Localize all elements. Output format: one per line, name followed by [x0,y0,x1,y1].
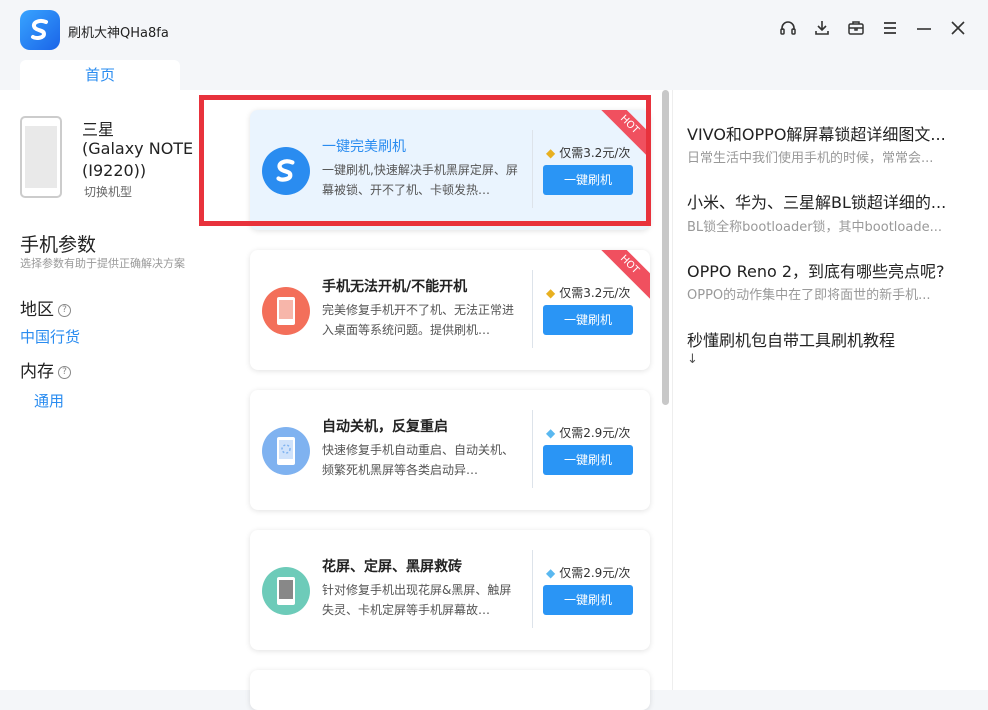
region-label: 地区? [20,295,71,320]
switch-model-link[interactable]: 切换机型 [84,183,132,200]
memory-label-text: 内存 [20,362,54,382]
help-icon[interactable]: ? [58,303,71,317]
service-card[interactable]: 自动关机，反复重启 快速修复手机自动重启、自动关机、频繁死机黑屏等各类启动异… … [250,390,650,510]
article-desc: ↓ [687,352,698,367]
price-text: 仅需2.9元/次 [559,426,631,440]
device-brand: 三星 [82,120,115,139]
article-title[interactable]: 小米、华为、三星解BL锁超详细的... [687,189,967,213]
divider [532,410,533,488]
params-subtitle: 选择参数有助于提供正确解决方案 [20,257,185,270]
params-title: 手机参数 [20,234,97,256]
scrollbar-thumb[interactable] [662,90,669,405]
service-card[interactable]: 花屏、定屏、黑屏救砖 针对修复手机出现花屏&黑屏、触屏失灵、卡机定屏等手机屏幕故… [250,530,650,650]
phone-image [20,116,62,198]
service-card[interactable] [250,670,650,710]
headset-icon[interactable] [778,18,798,38]
phone-loading-icon [262,427,310,475]
region-value[interactable]: 中国行货 [20,326,80,347]
blue-diamond-icon: ◆ [546,565,556,580]
article-desc: 日常生活中我们使用手机的时候，常常会... [687,151,934,166]
article-title[interactable]: 秒懂刷机包自带工具刷机教程 [687,327,967,351]
card-desc: 完美修复手机开不了机、无法正常进入桌面等系统问题。提供刷机… [322,303,515,337]
region-label-text: 地区 [20,300,54,320]
device-panel: 三星 (Galaxy NOTE (I9220)) 切换机型 手机参数 选择参数有… [0,90,232,690]
app-title: 刷机大神QHa8fa [68,26,169,41]
divider [532,550,533,628]
card-desc: 针对修复手机出现花屏&黑屏、触屏失灵、卡机定屏等手机屏幕故… [322,583,512,617]
card-title: 自动关机，反复重启 [322,419,448,435]
article-desc: OPPO的动作集中在了即将面世的新手机... [687,288,931,303]
article-title[interactable]: OPPO Reno 2，到底有哪些亮点呢? [687,258,967,282]
phone-screen-icon [262,567,310,615]
app-logo-icon [20,10,60,50]
minimize-icon[interactable] [914,18,934,38]
phone-icon [262,287,310,335]
close-icon[interactable] [948,18,968,38]
article-list: VIVO和OPPO解屏幕锁超详细图文... 日常生活中我们使用手机的时候，常常会… [687,90,977,690]
help-icon[interactable]: ? [58,365,71,379]
price-text: 仅需2.9元/次 [559,566,631,580]
divider [532,270,533,348]
blue-diamond-icon: ◆ [546,425,556,440]
card-desc: 快速修复手机自动重启、自动关机、频繁死机黑屏等各类启动异… [322,443,515,477]
title-bar: 刷机大神QHa8fa 首页 [0,0,988,91]
card-title: 手机无法开机/不能开机 [322,279,468,295]
tab-home[interactable]: 首页 [20,60,180,91]
article-title[interactable]: VIVO和OPPO解屏幕锁超详细图文... [687,121,967,145]
memory-label: 内存? [20,357,71,382]
toolbox-icon[interactable] [846,18,866,38]
menu-icon[interactable] [880,18,900,38]
flash-button[interactable]: 一键刷机 [543,445,633,475]
highlight-box [199,95,651,226]
price-text: 仅需3.2元/次 [559,286,631,300]
window-controls [778,18,968,38]
flash-button[interactable]: 一键刷机 [543,585,633,615]
divider [672,90,673,690]
card-title: 花屏、定屏、黑屏救砖 [322,559,462,575]
card-price: ◆ 仅需2.9元/次 [546,424,630,441]
service-card[interactable]: 手机无法开机/不能开机 完美修复手机开不了机、无法正常进入桌面等系统问题。提供刷… [250,250,650,370]
memory-value[interactable]: 通用 [34,390,64,411]
flash-button[interactable]: 一键刷机 [543,305,633,335]
download-icon[interactable] [812,18,832,38]
gold-diamond-icon: ◆ [546,285,556,300]
article-desc: BL锁全称bootloader锁，其中bootloade... [687,220,942,235]
card-price: ◆ 仅需2.9元/次 [546,564,630,581]
card-price: ◆ 仅需3.2元/次 [546,284,630,301]
